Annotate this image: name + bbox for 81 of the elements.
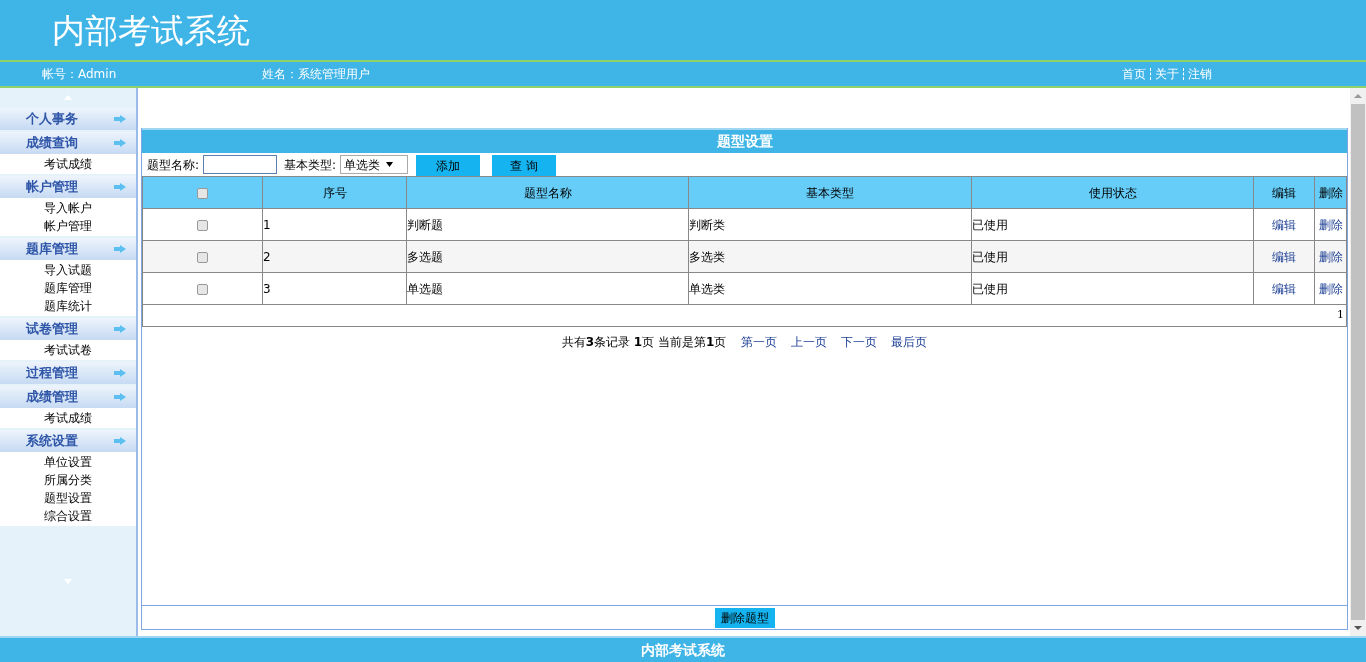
user-name-label: 姓名：系统管理用户 [262,66,370,83]
arrow-icon [114,325,126,333]
sidebar-item[interactable]: 题库统计 [0,297,136,315]
column-header: 编辑 [1253,176,1315,209]
base-type-label: 基本类型: [284,156,337,174]
arrow-icon [114,245,126,253]
pagination-link[interactable]: 下一页 [841,333,878,351]
page-number: 1 [142,304,1347,327]
table-cell: 已使用 [971,272,1254,305]
sidebar-group-header[interactable]: 成绩管理 [0,386,136,408]
panel-title: 题型设置 [142,128,1347,153]
edit-link[interactable]: 编辑 [1272,249,1296,264]
dropdown-arrow-icon [386,162,394,167]
checkbox[interactable] [197,187,208,199]
table-cell: 已使用 [971,208,1254,241]
filter-button[interactable]: 查 询 [492,155,557,176]
pagination-summary: 共有3条记录 1页 当前是第1页 [561,334,727,351]
sidebar-item[interactable]: 所属分类 [0,471,136,489]
account-label: 帐号：Admin [42,66,118,83]
pagination-link[interactable]: 最后页 [891,333,928,351]
sidebar-group-header[interactable]: 帐户管理 [0,176,136,198]
column-header: 使用状态 [971,176,1254,209]
table-cell: 判断题 [406,208,689,241]
table-cell: 判断类 [688,208,972,241]
arrow-icon [114,369,126,377]
sidebar-group-title: 帐户管理 [25,178,79,197]
checkbox[interactable] [197,283,208,295]
edit-link[interactable]: 编辑 [1272,217,1296,232]
sidebar-group-header[interactable]: 系统设置 [0,430,136,452]
sidebar-group-title: 个人事务 [25,110,79,129]
sidebar-group-title: 题库管理 [25,240,79,259]
table-cell: 1 [262,208,407,241]
table-cell: 2 [262,240,407,273]
sidebar-group-title: 成绩管理 [25,388,79,407]
sidebar-group-title: 过程管理 [25,364,79,383]
sidebar-group-header[interactable]: 题库管理 [0,238,136,260]
table-cell: 已使用 [971,240,1254,273]
arrow-icon [114,437,126,445]
pagination-link[interactable]: 上一页 [791,333,828,351]
sidebar-item[interactable]: 考试成绩 [0,155,136,173]
sidebar-item[interactable]: 考试成绩 [0,409,136,427]
sidebar-item[interactable]: 题库管理 [0,279,136,297]
checkbox[interactable] [197,219,208,231]
type-name-label: 题型名称: [147,156,200,174]
sidebar-group-title: 系统设置 [25,432,79,451]
table-cell: 单选题 [406,272,689,305]
delete-type-button[interactable]: 删除题型 [714,607,775,628]
sidebar-group-header[interactable]: 试卷管理 [0,318,136,340]
sidebar-group-header[interactable]: 过程管理 [0,362,136,384]
filter-button[interactable]: 添加 [416,155,481,176]
sidebar-item[interactable]: 综合设置 [0,507,136,525]
checkbox[interactable] [197,251,208,263]
arrow-icon [114,183,126,191]
arrow-icon [114,139,126,147]
sidebar-item[interactable]: 帐户管理 [0,217,136,235]
sidebar-item[interactable]: 导入试题 [0,261,136,279]
column-header: 题型名称 [406,176,689,209]
column-header: 基本类型 [688,176,972,209]
sidebar-item[interactable]: 单位设置 [0,453,136,471]
pagination-link[interactable]: 第一页 [741,333,778,351]
sidebar-group-title: 试卷管理 [24,320,79,339]
sidebar-group-header[interactable]: 成绩查询 [0,132,136,154]
edit-link[interactable]: 编辑 [1272,281,1296,296]
sidebar-group-title: 成绩查询 [25,134,79,153]
column-header: 序号 [262,176,407,209]
sidebar-item[interactable]: 考试试卷 [0,341,136,359]
table-cell: 单选类 [688,272,972,305]
table-cell: 多选类 [688,240,972,273]
table-cell: 多选题 [406,240,689,273]
footer-title: 内部考试系统 [641,640,725,660]
sidebar-item[interactable]: 导入帐户 [0,199,136,217]
type-name-input[interactable] [203,155,278,174]
arrow-icon [114,115,126,123]
table-cell: 3 [262,272,407,305]
base-type-select[interactable]: 单选类 [340,155,409,174]
sidebar-group-header[interactable]: 个人事务 [0,108,136,130]
app-title: 内部考试系统 [52,13,250,47]
sidebar-item[interactable]: 题型设置 [0,489,136,507]
arrow-icon [114,393,126,401]
scroll-thumb[interactable] [1351,104,1365,620]
column-header: 删除 [1314,176,1347,209]
